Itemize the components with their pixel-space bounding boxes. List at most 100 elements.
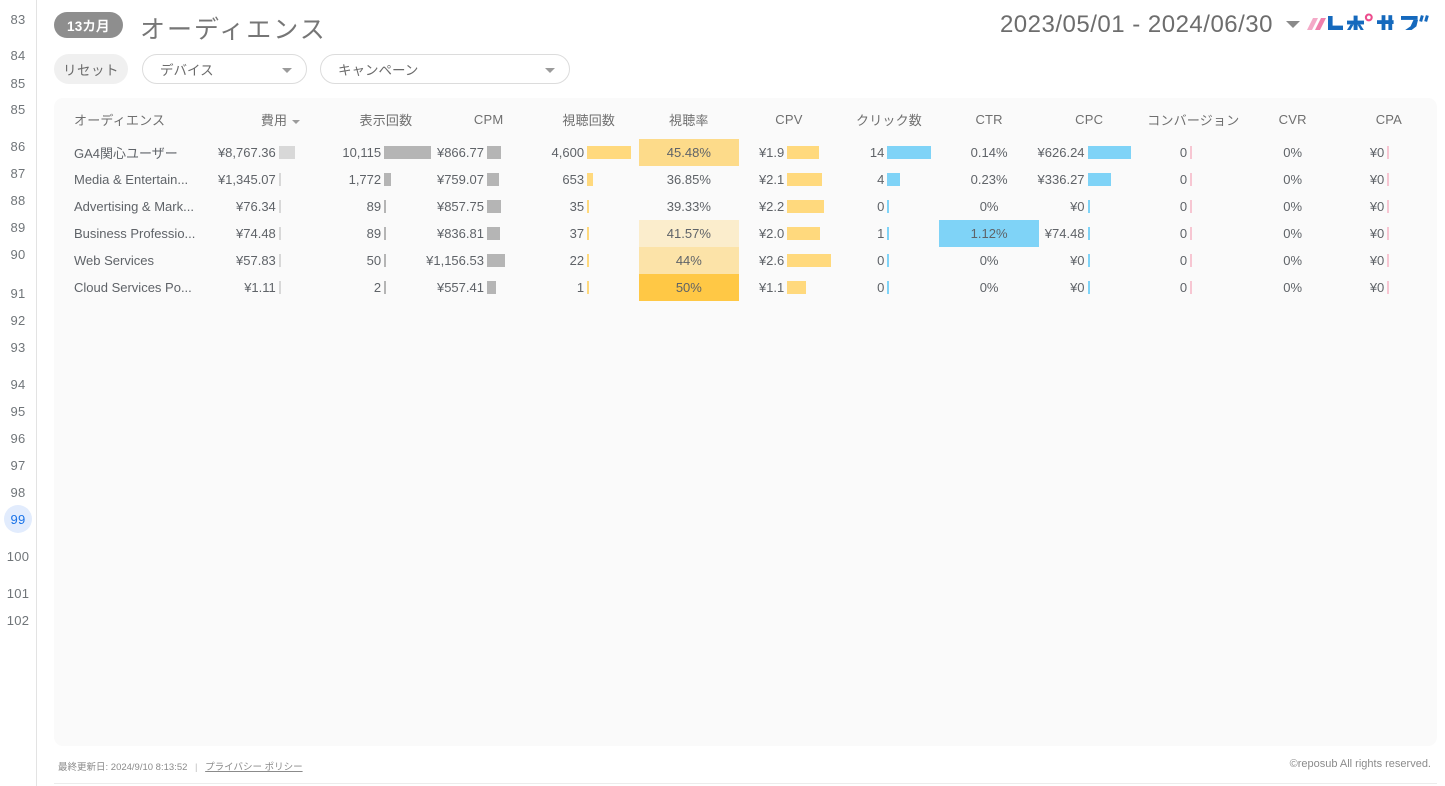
cell-value: ¥336.27 <box>1038 172 1088 187</box>
cell-cpc: ¥74.48 <box>1039 220 1139 247</box>
table-row[interactable]: Media & Entertain...¥1,345.071,772¥759.0… <box>54 166 1437 193</box>
cell-bar-track <box>1387 146 1429 159</box>
cell-cpa: ¥0 <box>1341 166 1437 193</box>
reset-button[interactable]: リセット <box>54 54 128 84</box>
cell-value: 0% <box>980 199 999 214</box>
cell-bar-track <box>1190 254 1236 267</box>
page-ruler-item-92[interactable]: 92 <box>0 307 36 333</box>
cell-views: 4,600 <box>539 139 639 166</box>
period-badge[interactable]: 13カ月 <box>54 12 123 38</box>
page-ruler-item-89[interactable]: 89 <box>0 214 36 240</box>
cell-bar <box>1190 200 1192 213</box>
cell-ctr: 0.23% <box>939 166 1039 193</box>
column-header-views[interactable]: 視聴回数 <box>539 98 639 139</box>
cell-impressions: 89 <box>333 193 438 220</box>
page-ruler-item-91[interactable]: 91 <box>0 280 36 306</box>
page-ruler-item-97[interactable]: 97 <box>0 452 36 478</box>
cell-views: 22 <box>539 247 639 274</box>
page-ruler-item-83[interactable]: 83 <box>0 6 36 32</box>
chevron-down-icon[interactable] <box>1286 21 1300 28</box>
cell-bar-track <box>887 146 931 159</box>
cell-bar <box>279 227 281 240</box>
column-header-conversions[interactable]: コンバージョン <box>1139 98 1244 139</box>
cell-bar <box>1190 173 1192 186</box>
cell-value: ¥0 <box>1370 253 1387 268</box>
page-ruler-item-98[interactable]: 98 <box>0 479 36 505</box>
cell-bar <box>587 254 589 267</box>
column-header-impressions[interactable]: 表示回数 <box>333 98 438 139</box>
logo-accent-marks <box>1366 15 1429 22</box>
cell-value: 0% <box>1283 253 1302 268</box>
column-header-label: CTR <box>975 112 1002 127</box>
page-ruler-item-85[interactable]: 85 <box>0 70 36 96</box>
page-ruler-item-100[interactable]: 100 <box>0 543 36 569</box>
cell-cost: ¥57.83 <box>228 247 333 274</box>
cell-bar <box>1088 173 1111 186</box>
table-row[interactable]: Cloud Services Po...¥1.112¥557.41150%¥1.… <box>54 274 1437 301</box>
column-header-cpc[interactable]: CPC <box>1039 98 1139 139</box>
cell-cpc: ¥0 <box>1039 193 1139 220</box>
column-header-label: CPA <box>1376 112 1402 127</box>
cell-bar-track <box>279 173 325 186</box>
cell-bar <box>487 200 501 213</box>
page-ruler-item-label: 84 <box>10 48 25 63</box>
cell-cpm: ¥557.41 <box>439 274 539 301</box>
cell-cpc: ¥626.24 <box>1039 139 1139 166</box>
device-filter-select[interactable]: デバイス <box>142 54 307 84</box>
column-header-ctr[interactable]: CTR <box>939 98 1039 139</box>
cell-value: 0% <box>1283 280 1302 295</box>
cell-audience: Media & Entertain... <box>54 166 228 193</box>
cell-value: 0% <box>980 280 999 295</box>
cell-bar-track <box>887 173 931 186</box>
chevron-down-icon[interactable] <box>545 68 555 73</box>
chevron-down-icon[interactable] <box>282 68 292 73</box>
column-header-label: CPM <box>474 112 504 127</box>
campaign-filter-select[interactable]: キャンペーン <box>320 54 570 84</box>
table-row[interactable]: Business Professio...¥74.4889¥836.813741… <box>54 220 1437 247</box>
page-ruler-item-label: 95 <box>10 404 25 419</box>
column-header-view_rate[interactable]: 視聴率 <box>639 98 739 139</box>
page-ruler-item-95[interactable]: 95 <box>0 398 36 424</box>
page-ruler-item-101[interactable]: 101 <box>0 580 36 606</box>
cell-value: 22 <box>570 253 587 268</box>
page-ruler-item-84[interactable]: 84 <box>0 42 36 68</box>
cell-bar <box>384 281 386 294</box>
table-row[interactable]: Advertising & Mark...¥76.3489¥857.753539… <box>54 193 1437 220</box>
cell-bar <box>1190 146 1192 159</box>
privacy-policy-link[interactable]: プライバシー ポリシー <box>205 762 302 773</box>
cell-bar <box>1387 254 1389 267</box>
page-ruler-item-88[interactable]: 88 <box>0 187 36 213</box>
date-range-value[interactable]: 2023/05/01 - 2024/06/30 <box>1000 11 1273 39</box>
column-header-cost[interactable]: 費用 <box>228 98 333 139</box>
cell-value: GA4関心ユーザー <box>74 146 178 161</box>
table-row[interactable]: Web Services¥57.8350¥1,156.532244%¥2.600… <box>54 247 1437 274</box>
cell-bar-track <box>487 281 531 294</box>
column-header-label: 表示回数 <box>360 113 413 128</box>
page-ruler-item-label: 99 <box>4 505 32 533</box>
column-header-cvr[interactable]: CVR <box>1245 98 1341 139</box>
cell-bar <box>384 146 430 159</box>
page-ruler-item-90[interactable]: 90 <box>0 241 36 267</box>
cell-bar-track <box>487 227 531 240</box>
page-ruler-item-94[interactable]: 94 <box>0 371 36 397</box>
column-header-cpm[interactable]: CPM <box>439 98 539 139</box>
column-header-clicks[interactable]: クリック数 <box>839 98 939 139</box>
cell-value: 0% <box>1283 172 1302 187</box>
copyright-text: ©reposub All rights reserved. <box>1290 758 1431 770</box>
sort-desc-icon[interactable] <box>292 120 300 124</box>
cell-bar <box>1088 227 1090 240</box>
page-ruler-item-96[interactable]: 96 <box>0 425 36 451</box>
page-ruler-item-87[interactable]: 87 <box>0 160 36 186</box>
page-ruler-item-102[interactable]: 102 <box>0 607 36 633</box>
column-header-cpv[interactable]: CPV <box>739 98 839 139</box>
table-row[interactable]: GA4関心ユーザー¥8,767.3610,115¥866.774,60045.4… <box>54 139 1437 166</box>
page-ruler-item-93[interactable]: 93 <box>0 334 36 360</box>
cell-bar-track <box>279 281 325 294</box>
cell-ctr: 0% <box>939 193 1039 220</box>
cell-conversions: 0 <box>1139 220 1244 247</box>
page-ruler-item-86[interactable]: 86 <box>0 133 36 159</box>
page-ruler-item-99[interactable]: 99 <box>0 506 36 532</box>
column-header-audience[interactable]: オーディエンス <box>54 98 228 139</box>
page-ruler-item-85[interactable]: 85 <box>0 96 36 122</box>
column-header-cpa[interactable]: CPA <box>1341 98 1437 139</box>
